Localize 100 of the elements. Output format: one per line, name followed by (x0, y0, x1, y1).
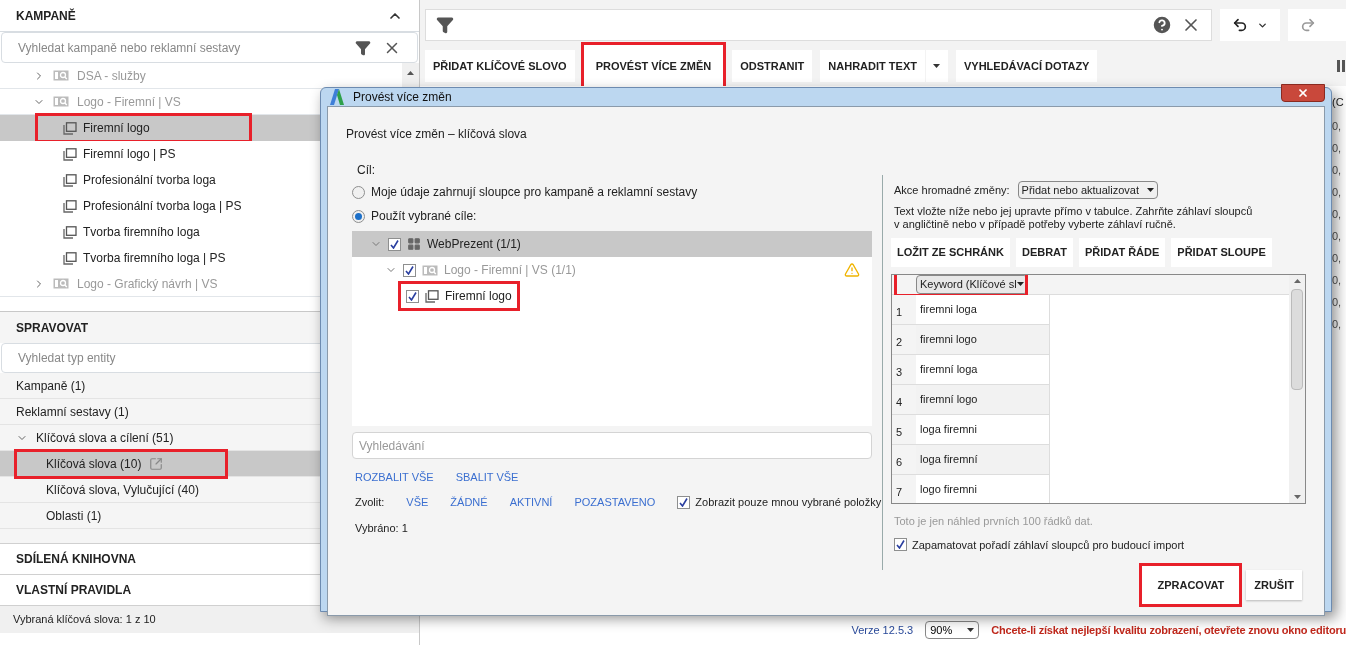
radio-button[interactable] (352, 185, 365, 199)
column-select[interactable]: Keyword (Klíčové sl (916, 275, 1028, 294)
checkbox-label: Zobrazit pouze mnou vybrané položky (695, 495, 882, 511)
ad-group-label: Tvorba firemního loga | PS (83, 250, 226, 267)
campaign-icon (53, 278, 69, 289)
logo-icon (329, 89, 345, 105)
grid-button[interactable]: DEBRAT (1015, 238, 1073, 267)
table-cell[interactable]: firemní loga (916, 355, 1050, 385)
ad-group-label: Profesionální tvorba loga | PS (83, 198, 242, 215)
panel-title: SPRAVOVAT (16, 319, 88, 337)
campaign-label: Logo - Firemní | VS (77, 93, 181, 111)
table-cell-text: 0, (1332, 251, 1343, 266)
undo-button[interactable] (1220, 9, 1280, 41)
entity-label: Oblasti (1) (46, 507, 102, 525)
ad-group-label: Firemní logo (83, 120, 150, 137)
search-bar[interactable]: Vyhledávání (352, 432, 872, 459)
account-icon (407, 237, 421, 251)
ad-group-label: Profesionální tvorba loga (83, 172, 216, 189)
caret-icon (1147, 188, 1154, 192)
scroll-up-icon[interactable] (407, 71, 414, 75)
panel-title: VLASTNÍ PRAVIDLA (16, 581, 132, 599)
row-number: 7 (892, 475, 916, 503)
grid-button[interactable]: LOŽIT ZE SCHRÁNK (891, 238, 1010, 267)
toolbar-button[interactable]: PROVÉST VÍCE ZMĚN (582, 44, 725, 88)
toolbar-button[interactable]: ODSTRANIT (732, 50, 813, 82)
warning-message: Chcete-li získat nejlepší kvalitu zobrazení, otevřete znovu okno editoru (991, 622, 1346, 638)
search-bar[interactable]: Vyhledat kampaně nebo reklamní sestavy (1, 32, 418, 63)
toolbar-button[interactable]: VYHLEDÁVACÍ DOTAZY (955, 50, 1098, 82)
columns-icon[interactable] (1337, 60, 1345, 72)
entity-label: Reklamní sestavy (1) (16, 403, 129, 421)
row-number: 3 (892, 355, 916, 385)
row-number: 4 (892, 385, 916, 415)
grid-button[interactable]: PŘIDAT SLOUPE (1171, 238, 1272, 267)
zoom-select[interactable]: 90% (925, 621, 980, 639)
table-cell-text: 0, (1332, 295, 1343, 310)
table-cell-text: 0, (1332, 141, 1343, 156)
undo-icon (1232, 17, 1248, 33)
toolbar-button[interactable]: PŘIDAT KLÍČOVÉ SLOVO (425, 50, 575, 82)
filter-field[interactable] (425, 9, 1212, 41)
ad-group-icon (63, 199, 77, 213)
warning-icon (844, 262, 860, 278)
table-cell-text: 0, (1332, 207, 1343, 222)
campaign-icon (53, 96, 69, 107)
filter-icon[interactable] (436, 16, 454, 34)
table-cell[interactable]: firemni loga (916, 295, 1050, 325)
tree-label: WebPrezent (1/1) (427, 236, 521, 253)
campaign-label: DSA - služby (77, 67, 146, 85)
caret-icon (1016, 282, 1024, 286)
grid-button[interactable]: PŘIDAT ŘÁDE (1078, 238, 1166, 267)
entity-label: Klíčová slova a cílení (51) (36, 429, 174, 447)
panel-title: KAMPANĚ (16, 7, 76, 25)
table-cell[interactable]: loga firemní (916, 445, 1050, 475)
toolbar-button[interactable]: NAHRADIT TEXT (820, 50, 925, 82)
ad-group-icon (63, 225, 77, 239)
ad-group-icon (63, 173, 77, 187)
checkbox[interactable] (677, 496, 691, 509)
table-cell-text: 0, (1332, 229, 1343, 244)
radio-button[interactable] (352, 209, 365, 223)
table-cell-text: 0, (1332, 163, 1343, 178)
filter-icon[interactable] (355, 39, 371, 56)
redo-icon (1300, 17, 1316, 33)
checkbox[interactable] (894, 538, 907, 552)
scroll-down-icon[interactable] (1293, 495, 1301, 499)
checkbox[interactable] (388, 237, 401, 251)
column-header: (C (1332, 95, 1345, 110)
scroll-up-icon[interactable] (1293, 279, 1301, 283)
ad-group-icon (425, 289, 439, 303)
entity-label: Klíčová slova, Vylučující (40) (46, 481, 199, 499)
status-text: Vybraná klíčová slova: 1 z 10 (13, 612, 156, 628)
link[interactable]: ŽÁDNÉ (450, 494, 488, 511)
table-cell[interactable]: firemni logo (916, 325, 1050, 355)
dialog-button[interactable]: ZPRACOVAT (1141, 565, 1241, 605)
ad-group-icon (63, 147, 77, 161)
help-icon[interactable] (1151, 14, 1173, 36)
link[interactable]: POZASTAVENO (574, 494, 656, 511)
table-cell[interactable]: loga firemni (916, 415, 1050, 445)
checkbox[interactable] (403, 263, 416, 277)
campaign-icon (53, 70, 69, 81)
dropdown-button[interactable] (925, 50, 948, 82)
caret-icon (933, 64, 941, 68)
search-field[interactable]: Vyhledat kampaně nebo reklamní sestavy (18, 38, 343, 57)
ad-group-icon (63, 121, 77, 135)
row-number: 1 (892, 295, 916, 325)
tree-label: Firemní logo (445, 288, 512, 305)
table-cell-text: 0, (1332, 273, 1343, 288)
row-number: 6 (892, 445, 916, 475)
tree-row[interactable]: WebPrezent (1/1) (352, 231, 872, 257)
campaign-label: Logo - Grafický návrh | VS (77, 275, 218, 293)
ad-group-label: Tvorba firemního loga (83, 224, 200, 241)
dialog-button[interactable]: ZRUŠIT (1246, 570, 1302, 600)
scrollbar[interactable] (1289, 275, 1305, 503)
checkbox[interactable] (406, 289, 419, 303)
link[interactable]: AKTIVNÍ (509, 494, 553, 511)
close-button[interactable] (1281, 84, 1325, 102)
ad-group-icon (63, 251, 77, 265)
entity-label: Klíčová slova (10) (46, 455, 142, 473)
action-select[interactable]: Přidat nebo aktualizovat (1017, 181, 1158, 199)
link[interactable]: SBALIT VŠE (455, 469, 519, 486)
checkbox-label: Zapamatovat pořadí záhlaví sloupců pro budoucí import (912, 537, 1185, 553)
table-cell[interactable]: firemní logo (916, 385, 1050, 415)
